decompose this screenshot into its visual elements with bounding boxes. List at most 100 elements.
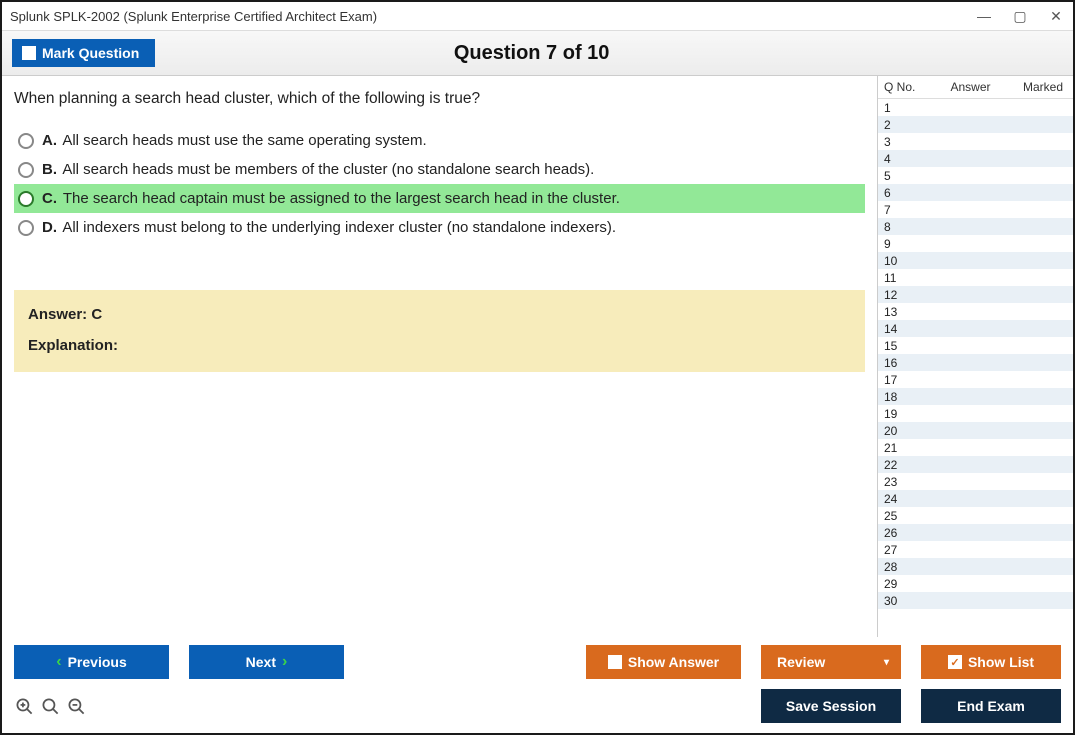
list-item[interactable]: 30 — [878, 592, 1073, 609]
top-header: Mark Question Question 7 of 10 — [2, 30, 1073, 76]
list-item[interactable]: 6 — [878, 184, 1073, 201]
maximize-icon[interactable]: ▢ — [1011, 8, 1029, 25]
list-item[interactable]: 7 — [878, 201, 1073, 218]
row-number: 12 — [884, 288, 928, 302]
radio-icon — [18, 133, 34, 149]
row-number: 30 — [884, 594, 928, 608]
row-number: 26 — [884, 526, 928, 540]
row-number: 2 — [884, 118, 928, 132]
previous-label: Previous — [68, 654, 127, 670]
minimize-icon[interactable]: — — [975, 8, 993, 24]
option-d[interactable]: D. All indexers must belong to the under… — [14, 213, 865, 242]
list-item[interactable]: 17 — [878, 371, 1073, 388]
row-number: 7 — [884, 203, 928, 217]
row-number: 10 — [884, 254, 928, 268]
title-bar: Splunk SPLK-2002 (Splunk Enterprise Cert… — [2, 2, 1073, 30]
radio-icon — [18, 220, 34, 236]
list-item[interactable]: 3 — [878, 133, 1073, 150]
row-number: 3 — [884, 135, 928, 149]
checkbox-icon — [22, 46, 36, 60]
list-item[interactable]: 9 — [878, 235, 1073, 252]
show-list-button[interactable]: ✓ Show List — [921, 645, 1061, 679]
zoom-in-icon[interactable] — [14, 696, 34, 716]
question-number-title: Question 7 of 10 — [155, 42, 908, 65]
review-label: Review — [777, 654, 825, 670]
option-a[interactable]: A. All search heads must use the same op… — [14, 126, 865, 155]
question-list-panel: Q No. Answer Marked 12345678910111213141… — [877, 76, 1073, 637]
end-exam-button[interactable]: End Exam — [921, 689, 1061, 723]
list-item[interactable]: 4 — [878, 150, 1073, 167]
answer-box: Answer: C Explanation: — [14, 290, 865, 372]
radio-icon — [18, 162, 34, 178]
list-item[interactable]: 10 — [878, 252, 1073, 269]
list-item[interactable]: 20 — [878, 422, 1073, 439]
question-panel: When planning a search head cluster, whi… — [2, 76, 877, 637]
row-number: 4 — [884, 152, 928, 166]
row-number: 24 — [884, 492, 928, 506]
list-item[interactable]: 19 — [878, 405, 1073, 422]
option-b[interactable]: B. All search heads must be members of t… — [14, 155, 865, 184]
list-item[interactable]: 12 — [878, 286, 1073, 303]
show-answer-button[interactable]: Show Answer — [586, 645, 741, 679]
button-row-2: Save Session End Exam — [14, 689, 1061, 723]
bottom-bar: ‹ Previous Next › Show Answer Review ▾ ✓… — [2, 637, 1073, 733]
list-item[interactable]: 22 — [878, 456, 1073, 473]
list-item[interactable]: 13 — [878, 303, 1073, 320]
list-item[interactable]: 26 — [878, 524, 1073, 541]
list-item[interactable]: 28 — [878, 558, 1073, 575]
zoom-out-icon[interactable] — [66, 696, 86, 716]
zoom-reset-icon[interactable] — [40, 696, 60, 716]
list-item[interactable]: 1 — [878, 99, 1073, 116]
explanation-label: Explanation: — [28, 337, 851, 354]
question-list-header: Q No. Answer Marked — [878, 76, 1073, 98]
row-number: 20 — [884, 424, 928, 438]
save-session-button[interactable]: Save Session — [761, 689, 901, 723]
list-item[interactable]: 23 — [878, 473, 1073, 490]
mark-question-button[interactable]: Mark Question — [12, 39, 155, 67]
next-button[interactable]: Next › — [189, 645, 344, 679]
window-title: Splunk SPLK-2002 (Splunk Enterprise Cert… — [10, 9, 975, 24]
option-c[interactable]: C. The search head captain must be assig… — [14, 184, 865, 213]
row-number: 19 — [884, 407, 928, 421]
chevron-left-icon: ‹ — [56, 653, 61, 671]
row-number: 16 — [884, 356, 928, 370]
list-item[interactable]: 8 — [878, 218, 1073, 235]
checkbox-checked-icon: ✓ — [948, 655, 962, 669]
list-item[interactable]: 21 — [878, 439, 1073, 456]
options-list: A. All search heads must use the same op… — [14, 126, 865, 242]
window-controls: — ▢ ✕ — [975, 8, 1065, 25]
row-number: 29 — [884, 577, 928, 591]
row-number: 11 — [884, 271, 928, 285]
option-text: B. All search heads must be members of t… — [42, 161, 594, 178]
row-number: 15 — [884, 339, 928, 353]
list-item[interactable]: 5 — [878, 167, 1073, 184]
list-item[interactable]: 14 — [878, 320, 1073, 337]
save-session-label: Save Session — [786, 698, 876, 714]
list-item[interactable]: 29 — [878, 575, 1073, 592]
list-item[interactable]: 27 — [878, 541, 1073, 558]
col-qno: Q No. — [884, 80, 928, 94]
row-number: 5 — [884, 169, 928, 183]
row-number: 13 — [884, 305, 928, 319]
list-item[interactable]: 11 — [878, 269, 1073, 286]
zoom-controls — [14, 696, 86, 716]
row-number: 21 — [884, 441, 928, 455]
close-icon[interactable]: ✕ — [1047, 8, 1065, 25]
next-label: Next — [246, 654, 276, 670]
list-item[interactable]: 25 — [878, 507, 1073, 524]
mark-question-label: Mark Question — [42, 45, 139, 61]
show-answer-label: Show Answer — [628, 654, 719, 670]
option-text: D. All indexers must belong to the under… — [42, 219, 616, 236]
col-answer: Answer — [928, 80, 1013, 94]
list-item[interactable]: 2 — [878, 116, 1073, 133]
list-item[interactable]: 15 — [878, 337, 1073, 354]
previous-button[interactable]: ‹ Previous — [14, 645, 169, 679]
list-item[interactable]: 18 — [878, 388, 1073, 405]
review-button[interactable]: Review ▾ — [761, 645, 901, 679]
row-number: 1 — [884, 101, 928, 115]
row-number: 22 — [884, 458, 928, 472]
question-text: When planning a search head cluster, whi… — [14, 90, 865, 108]
list-item[interactable]: 16 — [878, 354, 1073, 371]
list-item[interactable]: 24 — [878, 490, 1073, 507]
question-list[interactable]: 1234567891011121314151617181920212223242… — [878, 98, 1073, 637]
